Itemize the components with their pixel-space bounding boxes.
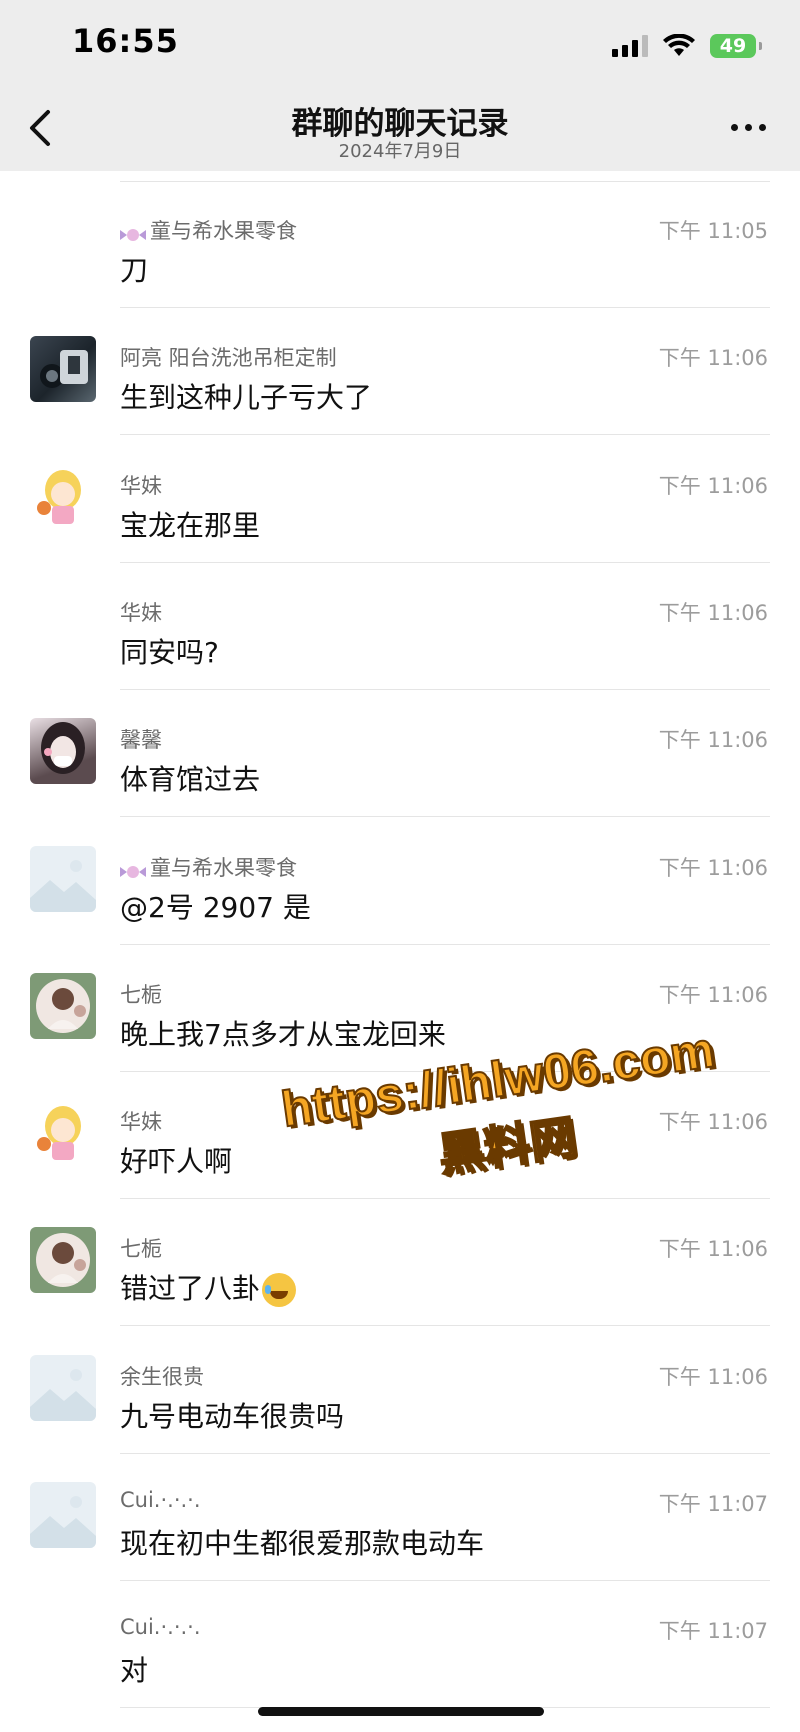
avatar[interactable] [30,1227,96,1294]
sender-name-text: 华妹 [120,600,162,625]
message-text: 体育馆过去 [120,758,260,798]
message-text-content: 刀 [120,254,149,287]
message-row[interactable]: Cui.·.·.·. 对 下午 11:07 [0,1581,800,1709]
message-row[interactable]: 华妹同安吗? 下午 11:06 [0,563,800,690]
sender-name: 阿亮 阳台洗池吊柜定制 [120,342,337,372]
sender-name-text: 童与希水果零食 [150,855,297,880]
more-options-icon[interactable] [731,124,766,131]
message-time: 下午 11:06 [658,600,768,625]
message-row[interactable]: 余生很贵九号电动车很贵吗 下午 11:06 [0,1327,800,1454]
message-row[interactable]: Cui.·.·.·. 现在初中生都很爱那款电动车 下午 11:07 [0,1454,800,1581]
sender-name: 华妹 [120,1106,162,1136]
message-row[interactable]: 华妹宝龙在那里 下午 11:06 [0,436,800,563]
message-text-content: 体育馆过去 [120,763,261,797]
sender-name: 华妹 [120,470,162,500]
message-time: 下午 11:06 [658,473,768,498]
avatar[interactable] [30,1100,96,1167]
avatar[interactable] [30,1354,96,1421]
message-text-content: 宝龙在那里 [120,508,261,542]
message-text: 宝龙在那里 [120,504,260,544]
battery-icon: 49 [710,34,762,58]
wifi-icon [663,34,695,56]
message-time: 下午 11:06 [658,1364,768,1389]
message-text-content: 同安吗? [120,635,219,669]
message-time: 下午 11:06 [658,728,768,753]
message-time: 下午 11:06 [658,855,768,880]
sender-name: Cui.·.·.·. [120,1488,201,1512]
sender-name: 童与希水果零食 [120,852,297,882]
sender-name-text: 华妹 [120,1110,162,1135]
message-time: 下午 11:07 [658,1492,768,1516]
status-time: 16:55 [72,22,179,60]
status-icons: 49 [612,30,762,62]
candy-icon [120,224,146,241]
avatar[interactable] [30,845,96,912]
sender-name: 华妹 [120,597,162,627]
top-bar: 16:55 49 群聊的聊天记录 2024年7月9日 [0,0,800,171]
message-text-content: @2号 2907 是 [120,890,311,924]
sender-name: Cui.·.·.·. [120,1615,201,1639]
sender-name-text: 阿亮 阳台洗池吊柜定制 [120,346,337,371]
message-text: 错过了八卦 [120,1267,297,1308]
message-time: 下午 11:06 [658,1237,768,1262]
message-row[interactable]: 华妹好吓人啊 下午 11:06 [0,1072,800,1200]
message-row[interactable]: 阿亮 阳台洗池吊柜定制生到这种儿子亏大了 下午 11:06 [0,308,800,436]
home-indicator [258,1707,544,1716]
avatar[interactable] [30,972,96,1039]
message-text: 晚上我7点多才从宝龙回来 [120,1013,446,1053]
message-text: 刀 [120,249,148,289]
page-subtitle-date: 2024年7月9日 [338,141,462,162]
sender-name: 七栀 [120,1233,162,1263]
avatar[interactable] [30,718,96,785]
candy-icon [120,861,146,878]
sender-name-text: 七栀 [120,1237,162,1262]
sender-name: 七栀 [120,979,162,1009]
sender-name: 童与希水果零食 [120,215,297,245]
message-row[interactable]: 馨馨体育馆过去 下午 11:06 [0,690,800,818]
sender-name-text: 余生很贵 [120,1364,204,1389]
message-text-content: 晚上我7点多才从宝龙回来 [120,1017,446,1051]
message-text-content: 错过了八卦 [120,1272,261,1306]
sender-name-text: Cui.·.·.·. [120,1615,201,1640]
sender-name-text: Cui.·.·.·. [120,1488,201,1512]
signal-icon [612,35,648,57]
sender-name: 余生很贵 [120,1361,204,1391]
message-time: 下午 11:06 [658,1110,768,1135]
message-text: 现在初中生都很爱那款电动车 [120,1522,484,1562]
message-text: 同安吗? [120,631,219,671]
message-text: 生到这种儿子亏大了 [120,376,372,416]
message-time: 下午 11:06 [658,982,768,1007]
message-text: @2号 2907 是 [120,886,311,926]
message-text-content: 九号电动车很贵吗 [120,1399,345,1433]
avatar[interactable] [30,336,96,403]
sender-name-text: 馨馨 [120,728,162,753]
message-row[interactable]: 七栀错过了八卦 下午 11:06 [0,1199,800,1327]
message-text: 好吓人啊 [120,1140,232,1180]
message-row[interactable]: 童与希水果零食 @2号 2907 是 下午 11:06 [0,818,800,945]
message-time: 下午 11:07 [658,1619,768,1644]
sender-name-text: 童与希水果零食 [150,219,297,243]
message-text-content: 对 [120,1654,149,1688]
sender-name-text: 华妹 [120,473,162,498]
message-text: 九号电动车很贵吗 [120,1395,344,1435]
message-text: 对 [120,1649,148,1689]
message-text-content: 生到这种儿子亏大了 [120,381,373,415]
message-row[interactable]: 七栀晚上我7点多才从宝龙回来 下午 11:06 [0,945,800,1072]
avatar[interactable] [30,1482,96,1548]
message-time: 下午 11:06 [658,346,768,371]
message-time: 下午 11:05 [658,219,768,243]
sender-name: 馨馨 [120,724,162,754]
sender-name-text: 七栀 [120,982,162,1007]
message-row[interactable]: 童与希水果零食刀 下午 11:05 [0,181,800,308]
message-text-content: 现在初中生都很爱那款电动车 [120,1527,485,1560]
battery-level: 49 [719,35,747,57]
laugh-cry-emoji-icon [262,1273,297,1308]
message-text-content: 好吓人啊 [120,1145,233,1179]
avatar[interactable] [30,463,96,530]
